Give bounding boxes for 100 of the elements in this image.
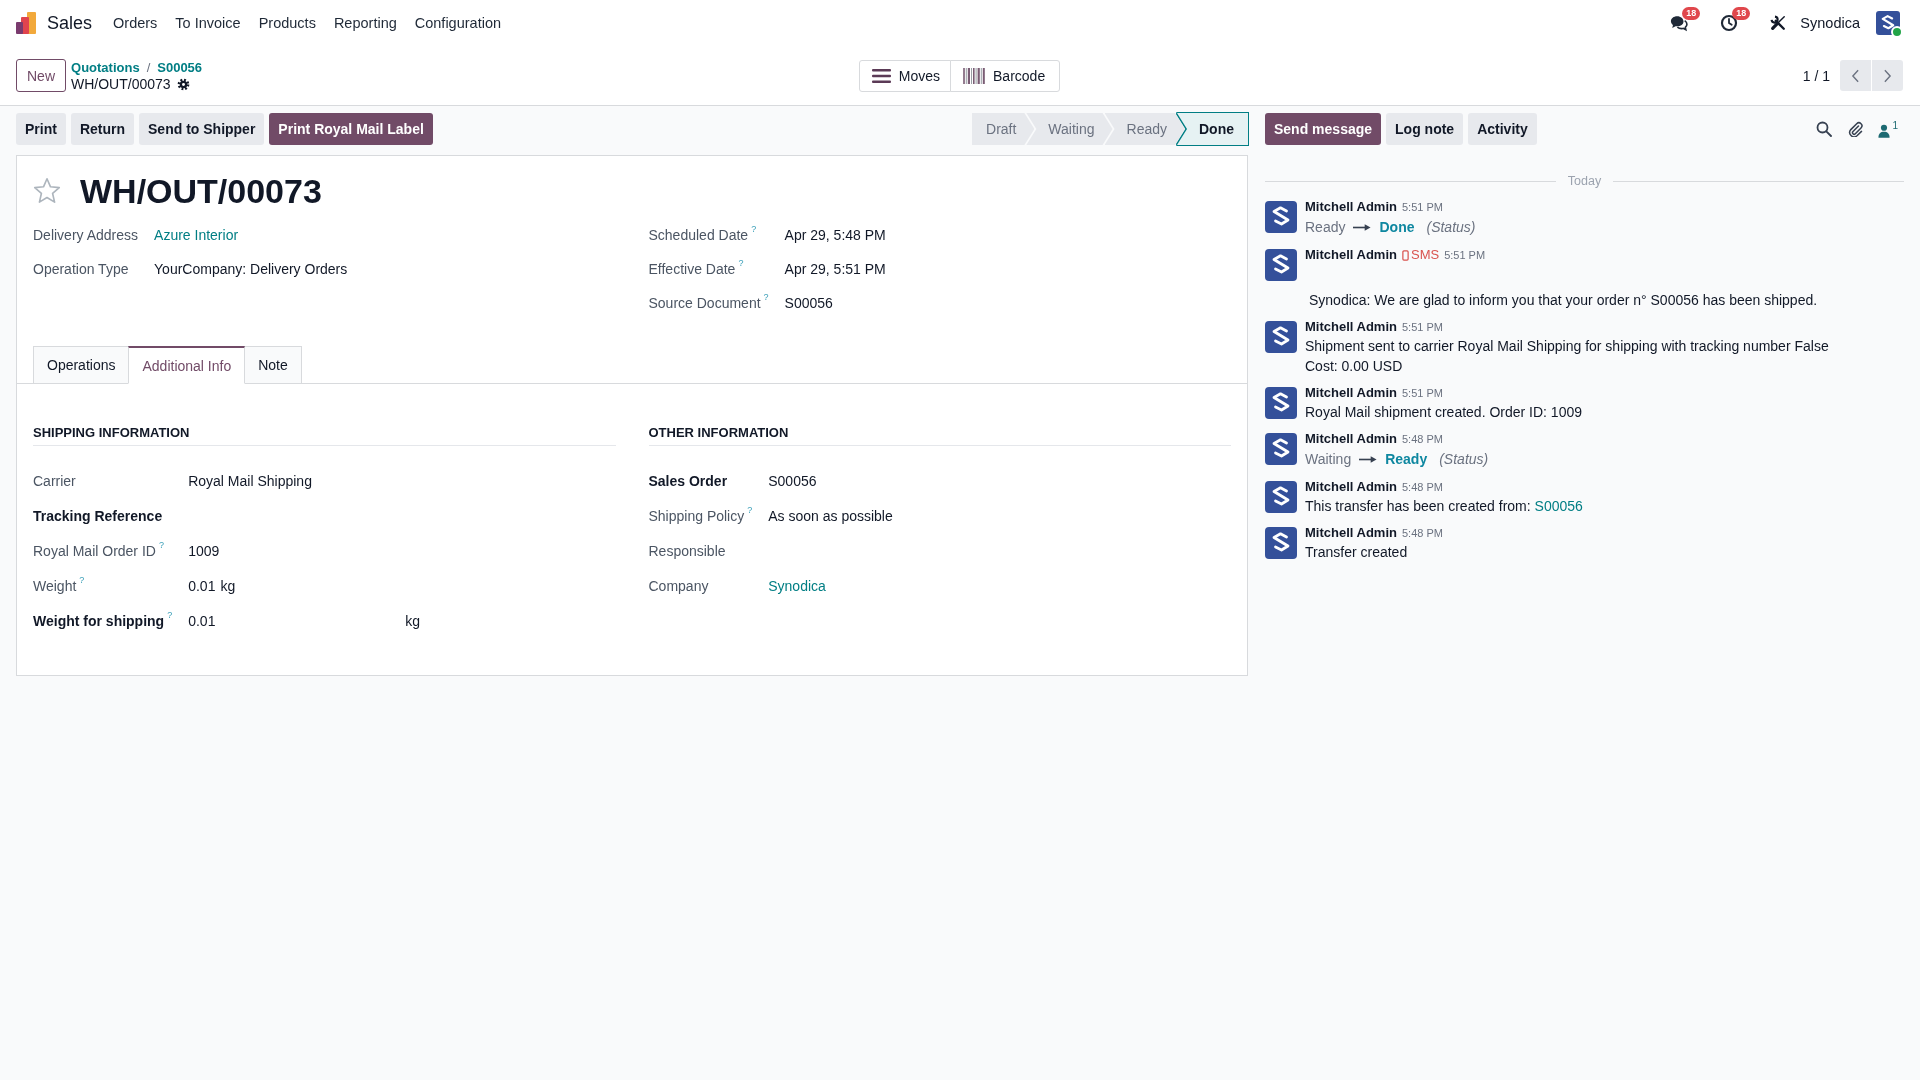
message-count-badge: 18 (1682, 7, 1701, 20)
field-value: As soon as possible (768, 507, 893, 524)
old-value: Waiting (1305, 451, 1352, 467)
message-text: This transfer has been created from: S00056 (1305, 497, 1583, 516)
app-name[interactable]: Sales (47, 12, 93, 34)
avatar-icon[interactable] (1265, 201, 1297, 233)
author-name[interactable]: Mitchell Admin (1305, 246, 1397, 264)
form-tab[interactable]: Additional Info (128, 346, 246, 384)
author-name[interactable]: Mitchell Admin (1305, 430, 1397, 448)
field-label: Operation Type (33, 261, 129, 277)
avatar-icon[interactable] (1265, 481, 1297, 513)
record-title: WH/OUT/00073 (80, 171, 322, 211)
message-time: 5:51 PM (1444, 248, 1486, 263)
person-icon[interactable] (1878, 123, 1891, 138)
new-value: Ready (1385, 451, 1428, 467)
field-link[interactable]: Synodica (768, 577, 826, 594)
chat-icon[interactable] (1670, 14, 1689, 32)
activity-count-badge: 18 (1732, 7, 1751, 20)
field-value: S00056 (768, 472, 817, 489)
section-title: SHIPPING INFORMATION (33, 425, 616, 446)
avatar-icon[interactable] (1265, 249, 1297, 281)
chatter-button[interactable]: Send message (1265, 113, 1382, 145)
message-time: 5:51 PM (1401, 320, 1443, 335)
paperclip-icon[interactable] (1847, 121, 1864, 137)
phone-icon (1401, 249, 1409, 261)
arrow-right-icon (1359, 454, 1378, 464)
breadcrumb-link[interactable]: Quotations (71, 58, 140, 76)
field-value: S00056 (784, 295, 833, 311)
action-button[interactable]: Return (70, 113, 134, 145)
pager-counter: 1 / 1 (1802, 67, 1830, 84)
field-label: Shipping Policy (648, 507, 745, 524)
date-separator: Today (1567, 174, 1602, 188)
record-link[interactable]: S00056 (1534, 498, 1583, 514)
settings-icon[interactable] (176, 77, 190, 91)
new-button[interactable]: New (16, 59, 66, 92)
unit-label: kg (405, 612, 420, 629)
barcode-icon (963, 67, 986, 84)
sms-label: SMS (1410, 246, 1440, 264)
form-tab[interactable]: Operations (33, 346, 130, 384)
search-icon[interactable] (1816, 121, 1833, 137)
author-name[interactable]: Mitchell Admin (1305, 198, 1397, 216)
field-label: Royal Mail Order ID (33, 542, 156, 559)
avatar-icon[interactable] (1265, 321, 1297, 353)
menu-item[interactable]: Products (249, 15, 325, 31)
field-label: Weight for shipping (33, 612, 165, 629)
company-name[interactable]: Synodica (1800, 15, 1860, 31)
field-value: Apr 29, 5:48 PM (784, 227, 886, 243)
menu-item[interactable]: Orders (104, 15, 167, 31)
user-avatar-icon[interactable] (1876, 11, 1900, 35)
tracked-field: (Status) (1439, 451, 1489, 467)
app-icon[interactable] (15, 12, 37, 34)
field-value: Apr 29, 5:51 PM (784, 261, 886, 277)
form-tab[interactable]: Note (244, 346, 302, 384)
field-label: Sales Order (648, 472, 728, 489)
menu-item[interactable]: Reporting (324, 15, 406, 31)
smart-button[interactable]: Barcode (950, 59, 1061, 92)
list-icon (871, 68, 891, 83)
clock-icon[interactable] (1720, 14, 1739, 32)
record-name: WH/OUT/00073 (71, 75, 171, 93)
chevron-left-icon (1851, 68, 1860, 83)
field-value: Royal Mail Shipping (188, 472, 312, 489)
author-name[interactable]: Mitchell Admin (1305, 524, 1397, 542)
chatter-button[interactable]: Activity (1468, 113, 1537, 145)
smart-button[interactable]: Moves (858, 59, 952, 92)
field-label: Tracking Reference (33, 507, 163, 524)
message-time: 5:48 PM (1401, 432, 1443, 447)
star-icon[interactable] (33, 177, 61, 205)
status-stage[interactable]: Waiting (1026, 113, 1113, 145)
message-text: Shipment sent to carrier Royal Mail Shipping for shipping with tracking number False (1305, 337, 1829, 356)
chatter-button[interactable]: Log note (1386, 113, 1464, 145)
field-value: 1009 (188, 542, 220, 559)
avatar-icon[interactable] (1265, 527, 1297, 559)
status-stage[interactable]: Done (1177, 113, 1248, 145)
field-label: Carrier (33, 472, 76, 489)
chevron-right-icon (1883, 68, 1892, 83)
menu-item[interactable]: To Invoice (166, 15, 250, 31)
author-name[interactable]: Mitchell Admin (1305, 384, 1397, 402)
field-value: 0.01 (188, 577, 216, 594)
field-link[interactable]: Azure Interior (154, 227, 239, 243)
action-button[interactable]: Print (16, 113, 66, 145)
action-button[interactable]: Send to Shipper (139, 113, 265, 145)
breadcrumb-separator: / (146, 58, 151, 76)
field-label: Responsible (648, 542, 726, 559)
author-name[interactable]: Mitchell Admin (1305, 478, 1397, 496)
number-input[interactable]: 0.01 (188, 612, 401, 629)
author-name[interactable]: Mitchell Admin (1305, 318, 1397, 336)
tools-icon[interactable] (1770, 15, 1787, 31)
avatar-icon[interactable] (1265, 387, 1297, 419)
menu-item[interactable]: Configuration (405, 15, 510, 31)
breadcrumb-link[interactable]: S00056 (157, 58, 203, 76)
tracked-field: (Status) (1426, 219, 1476, 235)
action-button[interactable]: Print Royal Mail Label (269, 113, 433, 145)
avatar-icon[interactable] (1265, 433, 1297, 465)
follower-count: 1 (1892, 120, 1898, 131)
message-text: Transfer created (1305, 543, 1409, 562)
field-label: Scheduled Date (648, 227, 749, 243)
field-label: Source Document (648, 295, 761, 311)
field-value: YourCompany: Delivery Orders (154, 261, 348, 277)
message-time: 5:51 PM (1401, 200, 1443, 215)
section-title: OTHER INFORMATION (648, 425, 1231, 446)
